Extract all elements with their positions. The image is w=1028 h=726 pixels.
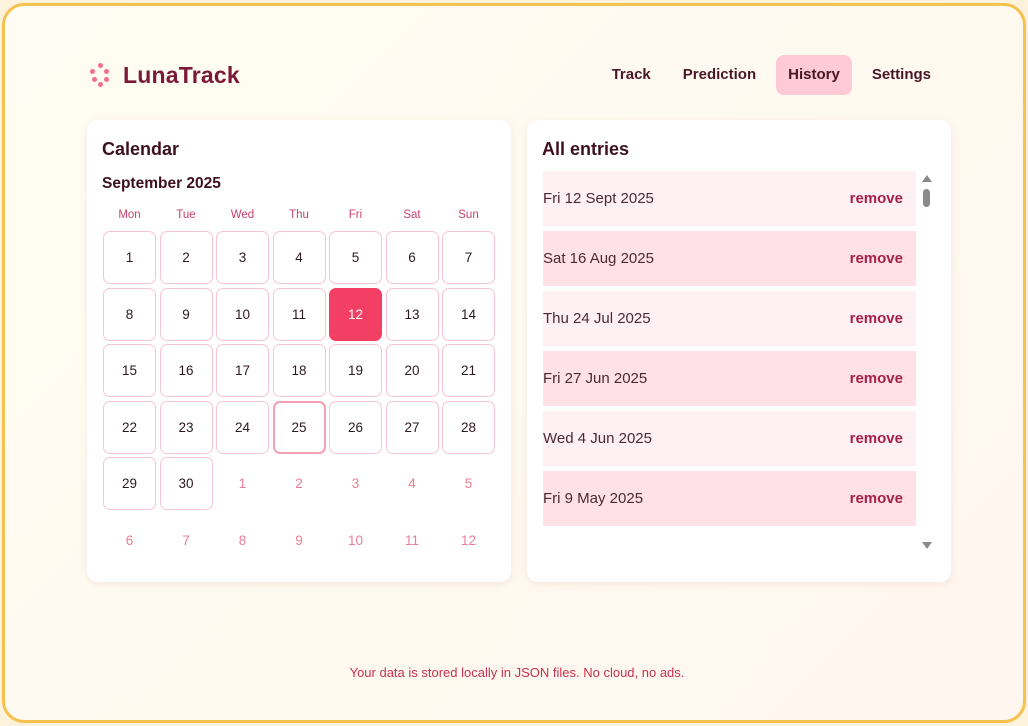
calendar-day[interactable]: 14: [442, 287, 495, 341]
remove-entry-button[interactable]: remove: [850, 490, 903, 507]
calendar-day[interactable]: 22: [103, 400, 156, 454]
calendar-day[interactable]: 15: [103, 344, 156, 397]
remove-entry-button[interactable]: remove: [850, 310, 903, 327]
calendar-day[interactable]: 30: [159, 457, 213, 510]
nav-track[interactable]: Track: [600, 55, 663, 95]
logo-dots-icon: [90, 62, 112, 89]
calendar-day[interactable]: 24: [216, 400, 269, 454]
app-title: LunaTrack: [123, 62, 240, 88]
calendar-day[interactable]: 20: [385, 344, 439, 397]
remove-entry-button[interactable]: remove: [850, 250, 903, 267]
calendar-day-outside-month: 6: [125, 532, 134, 548]
calendar-day[interactable]: 2: [159, 231, 213, 284]
calendar-day-outside-month: 7: [182, 532, 190, 548]
calendar-day-outside-month: 10: [347, 532, 364, 548]
calendar-day[interactable]: 27: [385, 400, 439, 454]
month-label: September 2025: [102, 175, 221, 192]
calendar-day[interactable]: 8: [103, 287, 156, 341]
weekday-label: Sat: [403, 209, 421, 221]
remove-entry-button[interactable]: remove: [850, 430, 903, 447]
entry-date: Wed 4 Jun 2025: [543, 430, 652, 447]
weekday-label: Fri: [348, 209, 363, 221]
nav-prediction[interactable]: Prediction: [671, 55, 768, 95]
calendar-day-today[interactable]: 25: [272, 400, 326, 454]
entry-row: Fri 27 Jun 2025 remove: [543, 351, 916, 406]
logo: LunaTrack: [90, 62, 240, 89]
entry-row: Wed 4 Jun 2025 remove: [543, 411, 916, 466]
calendar-day[interactable]: 16: [159, 344, 213, 397]
calendar-day[interactable]: 7: [442, 231, 495, 284]
calendar-day-outside-month: 5: [464, 476, 473, 491]
calendar-day[interactable]: 10: [216, 287, 269, 341]
calendar-day[interactable]: 23: [159, 400, 213, 454]
entries-list[interactable]: Fri 12 Sept 2025 remove Sat 16 Aug 2025 rem…: [543, 171, 916, 555]
calendar-day[interactable]: 18: [272, 344, 326, 397]
weekday-label: Sun: [458, 209, 479, 221]
calendar-day-outside-month: 1: [238, 476, 247, 491]
calendar-day-outside-month: 4: [408, 476, 416, 491]
calendar-day[interactable]: 1: [103, 231, 156, 284]
scroll-down-arrow-icon[interactable]: [922, 542, 932, 549]
calendar-day[interactable]: 21: [442, 344, 495, 397]
nav-settings[interactable]: Settings: [860, 55, 943, 95]
calendar-day[interactable]: 28: [442, 400, 495, 454]
nav-history[interactable]: History: [776, 55, 852, 95]
calendar-day-selected[interactable]: 12: [329, 287, 382, 341]
entry-row: Thu 24 Jul 2025 remove: [543, 291, 916, 346]
scroll-thumb[interactable]: [923, 189, 930, 207]
calendar-card: Calendar September 2025 Mon Tue Wed Thu …: [87, 120, 511, 582]
calendar-day-outside-month: 2: [295, 476, 303, 491]
entry-date: Fri 12 Sept 2025: [543, 190, 654, 207]
app-window: LunaTrack Track Prediction History Setti…: [2, 3, 1026, 723]
calendar-day-outside-month: 9: [295, 532, 303, 548]
entries-card: All entries Fri 12 Sept 2025 remove Sat 16…: [527, 120, 951, 582]
calendar-day[interactable]: 4: [272, 231, 326, 284]
entry-date: Sat 16 Aug 2025: [543, 250, 654, 267]
remove-entry-button[interactable]: remove: [850, 190, 903, 207]
calendar-day-outside-month: 11: [404, 532, 419, 548]
entry-row: Sat 16 Aug 2025 remove: [543, 231, 916, 286]
calendar-day-outside-month: 8: [238, 532, 247, 548]
weekday-label: Mon: [118, 209, 141, 221]
calendar-day[interactable]: 17: [216, 344, 269, 397]
calendar-day[interactable]: 26: [329, 400, 382, 454]
entry-row: Fri 12 Sept 2025 remove: [543, 171, 916, 226]
calendar-title: Calendar: [102, 139, 180, 159]
weekday-label: Tue: [176, 209, 196, 221]
calendar-grid: 1 2 3 4 5 6 7 8 9 10 11 12 13 14 15 16 17 18 19 20 21 22 23 24 2…: [103, 231, 495, 567]
entry-row: Fri 9 May 2025 remove: [543, 471, 916, 526]
top-nav: Track Prediction History Settings: [600, 55, 943, 95]
weekday-header: Mon Tue Wed Thu Fri Sat Sun: [103, 209, 495, 221]
calendar-day[interactable]: 5: [329, 231, 382, 284]
entries-title: All entries: [542, 139, 630, 159]
footer-note: Your data is stored locally in JSON file…: [349, 665, 685, 680]
weekday-label: Thu: [289, 209, 309, 221]
calendar-day[interactable]: 6: [385, 231, 439, 284]
remove-entry-button[interactable]: remove: [850, 370, 903, 387]
entry-date: Fri 27 Jun 2025: [543, 370, 648, 387]
calendar-day[interactable]: 3: [216, 231, 269, 284]
calendar-day-outside-month: 3: [351, 476, 360, 491]
calendar-day[interactable]: 19: [329, 344, 382, 397]
calendar-day[interactable]: 29: [103, 457, 156, 510]
entry-date: Thu 24 Jul 2025: [543, 310, 651, 327]
calendar-day[interactable]: 13: [385, 287, 439, 341]
scroll-up-arrow-icon[interactable]: [922, 175, 932, 182]
calendar-day-outside-month: 12: [460, 532, 477, 548]
entry-date: Fri 9 May 2025: [543, 490, 644, 507]
calendar-day[interactable]: 11: [272, 287, 326, 341]
calendar-day[interactable]: 9: [159, 287, 213, 341]
weekday-label: Wed: [230, 209, 255, 221]
entries-scrollbar[interactable]: [921, 173, 933, 553]
